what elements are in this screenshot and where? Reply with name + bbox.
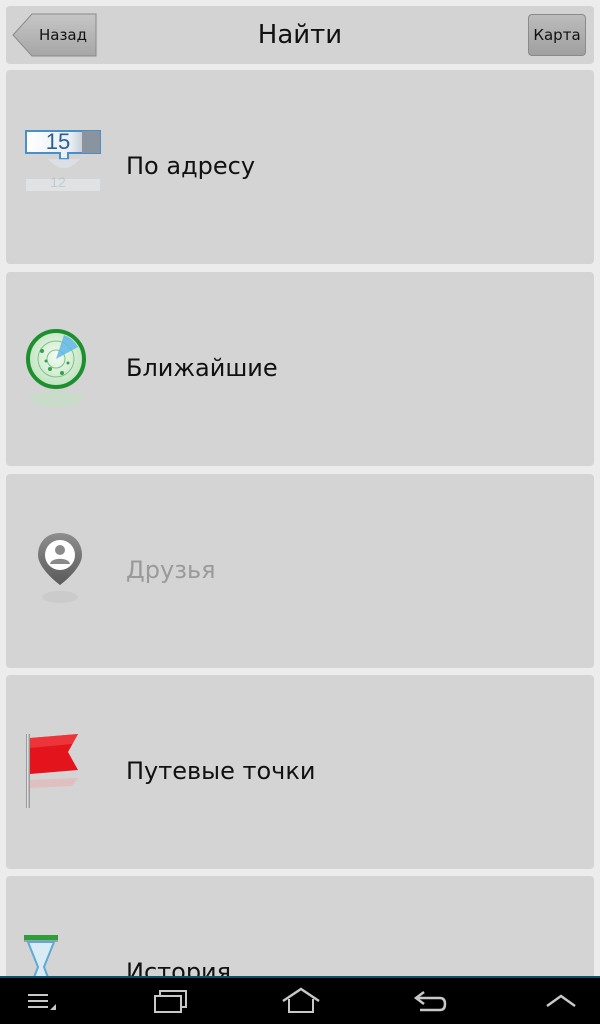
list-item-label: По адресу [126, 152, 256, 180]
svg-text:12: 12 [50, 174, 66, 190]
address-number-icon: 15 12 [24, 125, 108, 209]
list-item-friends[interactable]: Друзья [6, 474, 594, 668]
list-item-label: Друзья [126, 556, 216, 584]
map-button[interactable]: Карта [528, 14, 586, 56]
friend-pin-icon [24, 529, 108, 613]
system-navigation-bar [0, 976, 600, 1024]
red-flag-icon [24, 730, 108, 814]
list-item-nearby[interactable]: Ближайшие [6, 272, 594, 466]
expand-up-icon[interactable] [544, 986, 578, 1016]
list-item-label: Путевые точки [126, 757, 316, 785]
page-title: Найти [257, 20, 343, 50]
list-item-waypoints[interactable]: Путевые точки [6, 675, 594, 869]
recent-apps-icon[interactable] [150, 986, 190, 1016]
radar-icon [24, 327, 108, 411]
find-screen: Назад Найти Карта 15 12 По адресу Ближай… [0, 0, 600, 1024]
svg-text:15: 15 [46, 129, 70, 154]
menu-icon[interactable] [26, 986, 58, 1016]
list-item-by-address[interactable]: 15 12 По адресу [6, 70, 594, 264]
home-icon[interactable] [280, 986, 322, 1016]
list-item-label: Ближайшие [126, 354, 278, 382]
back-arrow-icon[interactable] [412, 986, 448, 1016]
